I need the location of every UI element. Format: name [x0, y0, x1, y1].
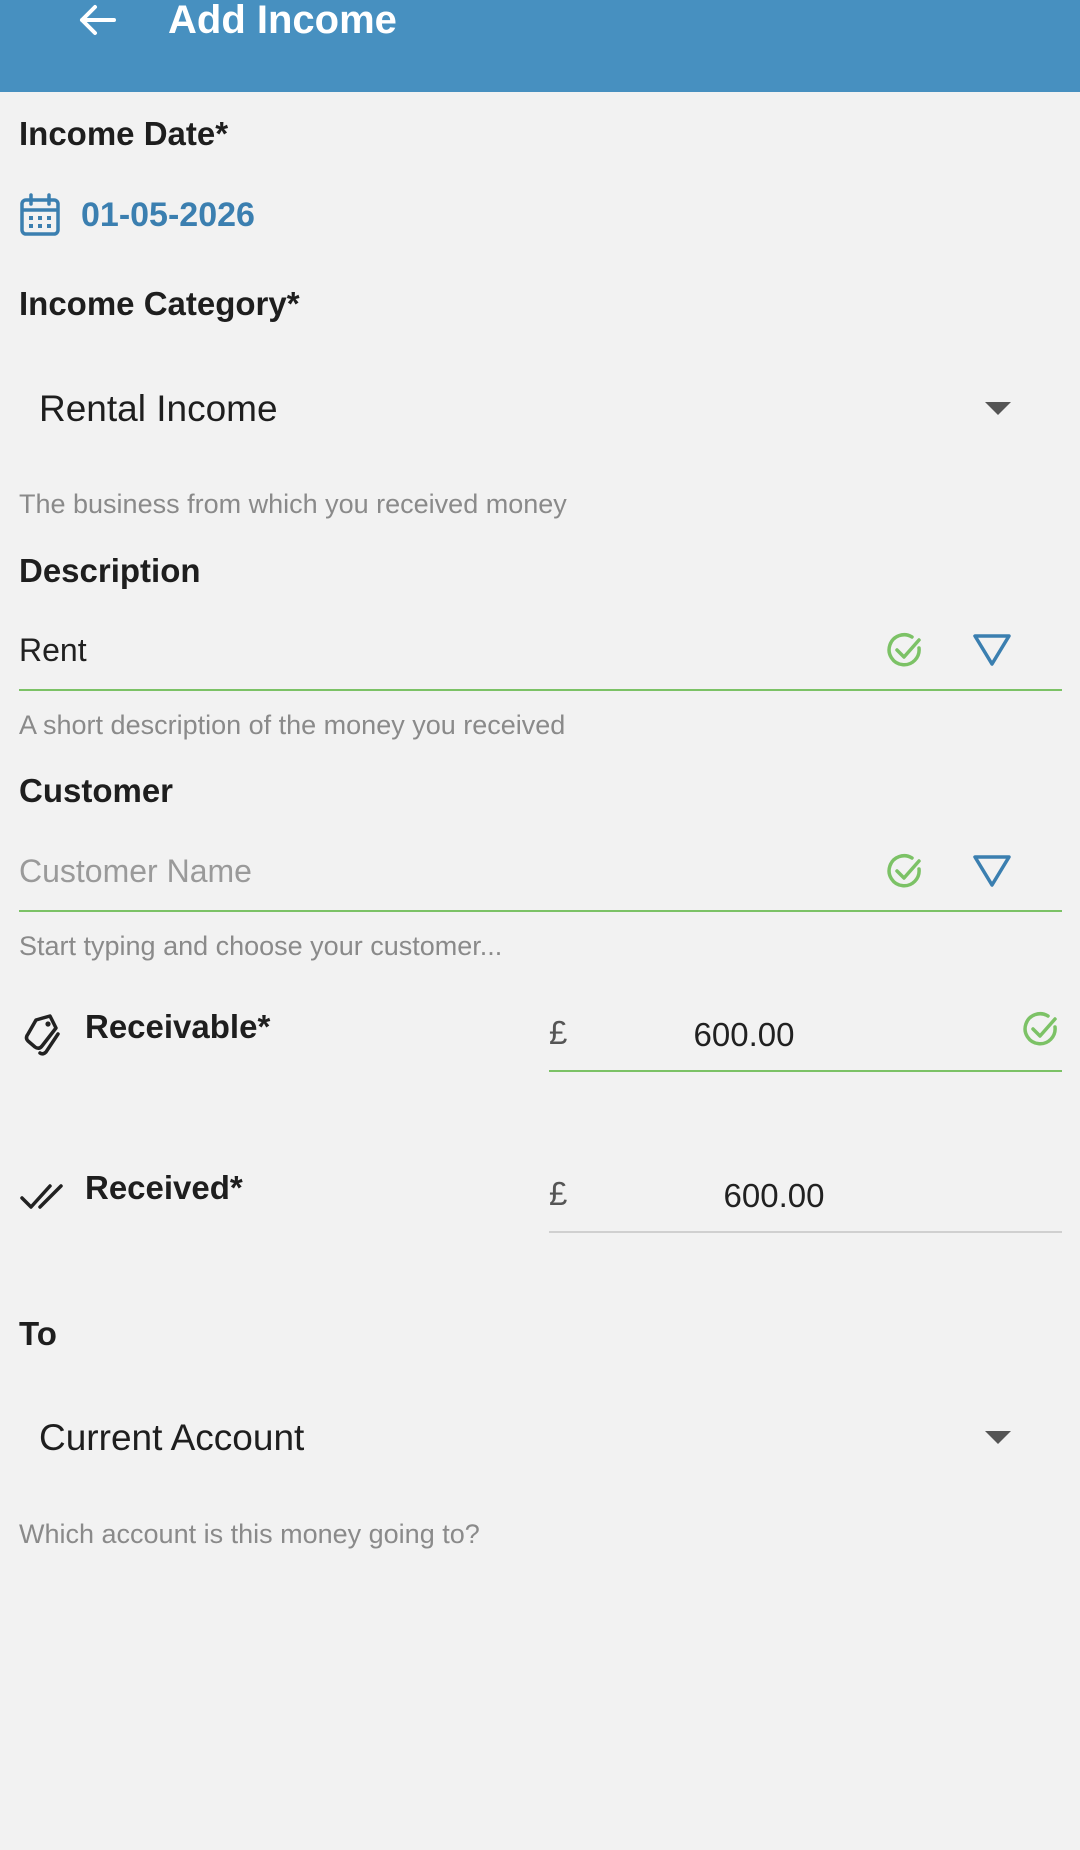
dropdown-arrow-icon [985, 1431, 1011, 1444]
income-category-hint: The business from which you received mon… [19, 489, 567, 519]
income-date-value: 01-05-2026 [81, 195, 255, 234]
received-input[interactable] [629, 1171, 919, 1221]
description-label: Description [19, 552, 201, 589]
customer-input[interactable] [19, 836, 869, 906]
customer-field [19, 836, 1062, 912]
description-hint: A short description of the money you rec… [19, 710, 566, 740]
to-account-selected: Current Account [39, 1417, 305, 1458]
double-check-icon [20, 1184, 63, 1209]
tag-icon [24, 1014, 60, 1056]
to-account-hint: Which account is this money going to? [19, 1519, 480, 1549]
dropdown-arrow-icon [985, 402, 1011, 415]
page-title: Add Income [168, 0, 397, 42]
valid-check-icon [887, 633, 921, 667]
valid-check-icon [887, 854, 921, 888]
expand-triangle-icon[interactable] [972, 854, 1012, 888]
arrow-left-icon [80, 5, 116, 35]
app-bar: Add Income [0, 0, 1080, 92]
receivable-currency: £ [549, 1014, 568, 1051]
receivable-label: Receivable* [85, 1008, 271, 1045]
description-field [19, 615, 1062, 691]
calendar-icon [20, 193, 60, 236]
received-label: Received* [85, 1169, 243, 1206]
income-category-dropdown[interactable]: Rental Income [19, 364, 1061, 454]
to-account-label: To [19, 1315, 57, 1352]
received-currency: £ [549, 1175, 568, 1212]
expand-triangle-icon[interactable] [972, 633, 1012, 667]
valid-check-icon [1023, 1012, 1057, 1046]
income-category-selected: Rental Income [39, 388, 278, 429]
income-category-label: Income Category* [19, 285, 300, 322]
customer-label: Customer [19, 772, 174, 809]
back-button[interactable] [72, 0, 124, 40]
receivable-field: £ [549, 996, 1062, 1072]
received-field: £ [549, 1157, 1062, 1233]
to-account-dropdown[interactable]: Current Account [19, 1393, 1061, 1483]
customer-hint: Start typing and choose your customer... [19, 931, 503, 961]
description-input[interactable] [19, 615, 869, 685]
receivable-input[interactable] [609, 1010, 879, 1060]
income-date-label: Income Date* [19, 115, 229, 152]
income-date-picker[interactable]: 01-05-2026 [19, 190, 255, 240]
